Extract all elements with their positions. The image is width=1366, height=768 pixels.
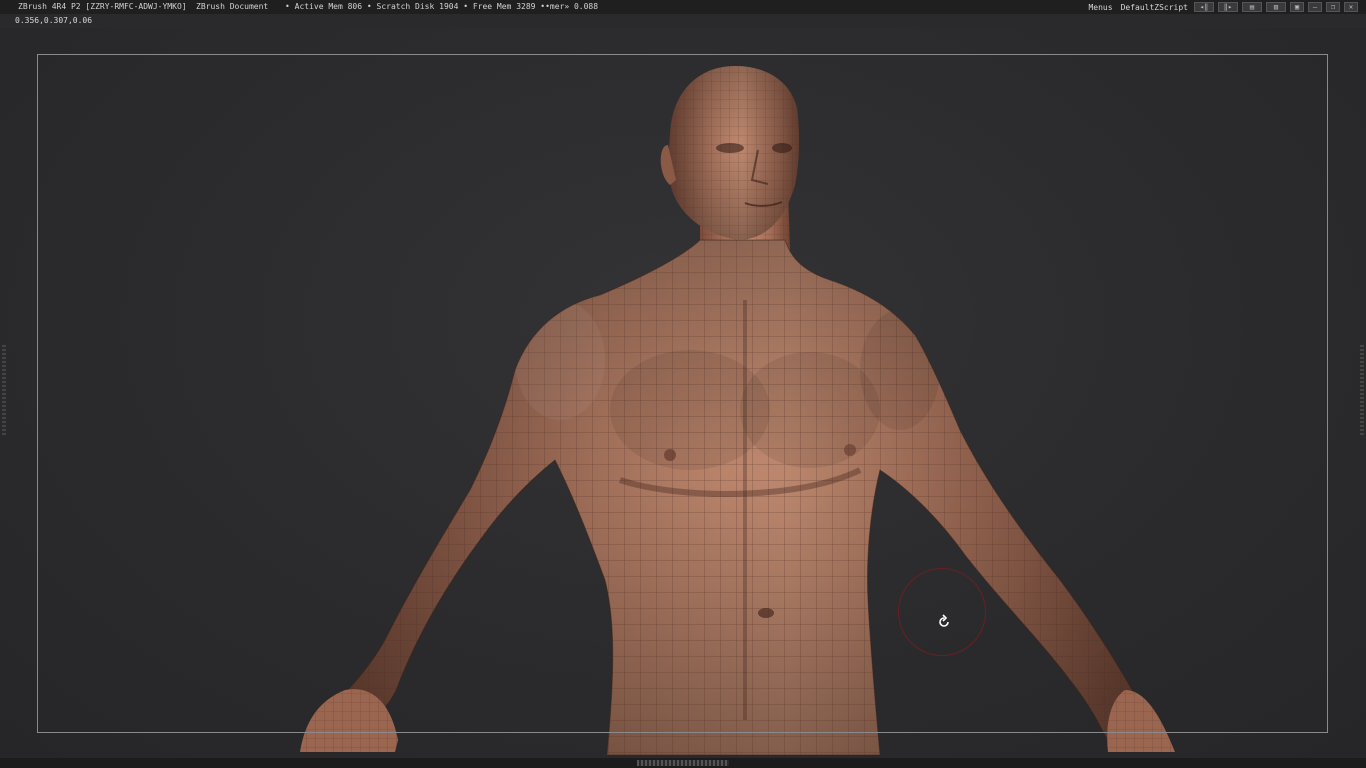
document-frame [37,54,1328,733]
brush-cursor-ring [898,568,986,656]
bottom-tray-handle[interactable] [637,760,729,766]
rotate-icon [939,614,949,627]
